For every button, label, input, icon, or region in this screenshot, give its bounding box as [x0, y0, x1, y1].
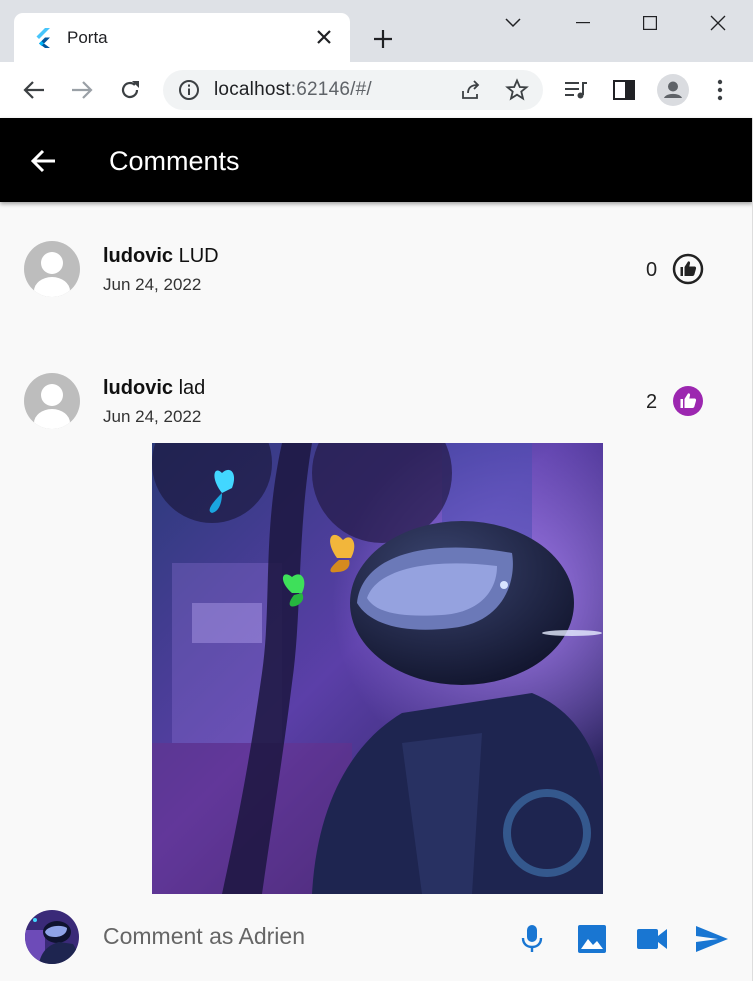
comment-author: ludovic LUD: [103, 245, 219, 268]
comment-text: LUD: [178, 245, 219, 267]
new-tab-button[interactable]: [368, 24, 398, 54]
arrow-left-icon: [23, 81, 44, 99]
avatar: [25, 910, 79, 964]
share-icon[interactable]: [459, 78, 483, 102]
comment-username[interactable]: ludovic: [103, 245, 173, 267]
url-text: localhost:62146/#/: [214, 79, 372, 100]
mic-icon[interactable]: [512, 919, 552, 959]
flutter-icon: [36, 28, 50, 48]
maximize-icon: [643, 16, 657, 30]
back-button[interactable]: [18, 74, 50, 106]
thumb-up-icon[interactable]: [672, 253, 704, 285]
minimize-button[interactable]: [563, 8, 603, 38]
comment-date: Jun 24, 2022: [103, 275, 202, 294]
close-window-button[interactable]: [698, 8, 738, 38]
arrow-back-icon: [30, 149, 55, 173]
comment-text: lad: [178, 377, 206, 399]
send-icon[interactable]: [692, 919, 732, 959]
plus-icon: [374, 30, 392, 48]
comment-date: Jun 24, 2022: [103, 407, 202, 426]
kebab-menu-icon: [717, 79, 723, 101]
avatar: [24, 241, 80, 297]
arrow-right-icon: [72, 81, 93, 99]
chevron-down-icon: [505, 18, 521, 28]
reload-icon: [121, 81, 139, 99]
side-panel-icon: [613, 80, 635, 100]
menu-button[interactable]: [704, 74, 736, 106]
profile-button[interactable]: [657, 74, 689, 106]
close-icon: [710, 15, 726, 31]
star-icon[interactable]: [505, 78, 529, 102]
maximize-button[interactable]: [630, 8, 670, 38]
tab-search-button[interactable]: [493, 8, 533, 38]
address-bar[interactable]: localhost:62146/#/: [163, 70, 543, 110]
forward-button[interactable]: [66, 74, 98, 106]
comment-composer: [0, 895, 753, 981]
comment-username[interactable]: ludovic: [103, 377, 173, 399]
comment-image[interactable]: [152, 443, 603, 894]
avatar: [24, 373, 80, 429]
browser-toolbar: localhost:62146/#/: [0, 62, 753, 118]
back-button[interactable]: [26, 144, 60, 178]
thumb-up-icon[interactable]: [672, 385, 704, 417]
side-panel-button[interactable]: [608, 74, 640, 106]
browser-tab[interactable]: Porta: [14, 13, 350, 63]
info-icon[interactable]: [177, 78, 201, 102]
close-icon[interactable]: [312, 25, 336, 49]
playlist-icon: [565, 82, 587, 99]
browser-tabstrip: Porta: [0, 0, 753, 63]
like-count: 0: [646, 259, 658, 281]
image-icon[interactable]: [572, 919, 612, 959]
comment-input[interactable]: [103, 923, 493, 950]
reload-button[interactable]: [114, 74, 146, 106]
minimize-icon: [576, 22, 590, 24]
profile-icon: [657, 74, 689, 106]
like-count: 2: [646, 391, 658, 413]
comment-author: ludovic lad: [103, 377, 205, 400]
tab-title: Porta: [67, 28, 108, 47]
page-title: Comments: [109, 146, 240, 176]
media-button[interactable]: [560, 74, 592, 106]
videocam-icon[interactable]: [632, 919, 672, 959]
app-bar: Comments: [0, 118, 753, 202]
